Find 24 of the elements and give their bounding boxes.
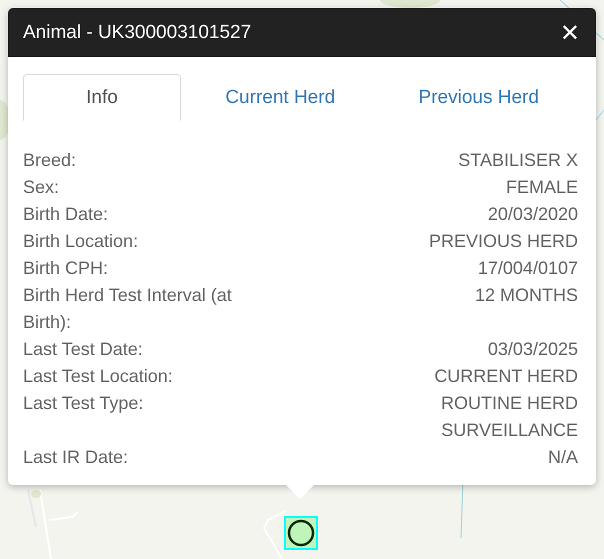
field-label: Last Test Location: — [23, 365, 174, 388]
field-value: PREVIOUS HERD — [428, 230, 578, 253]
field-value: 03/03/2025 — [486, 338, 578, 361]
close-button[interactable]: ✕ — [560, 20, 580, 44]
field-label: Birth Herd Test Interval (at Birth): — [23, 284, 233, 334]
field-label: Last IR Date: — [23, 446, 130, 469]
map-marker-icon[interactable] — [284, 516, 318, 550]
field-label: Birth Date: — [23, 203, 110, 226]
field-label: Breed: — [23, 149, 78, 172]
field-label: Last Test Date: — [23, 338, 144, 361]
field-value: N/A — [546, 446, 578, 469]
tab[interactable]: Info — [23, 74, 181, 121]
popup-title: Animal - UK300003101527 — [23, 22, 252, 44]
field-value: 20/03/2020 — [486, 203, 578, 226]
field-label: Sex: — [23, 176, 60, 199]
field-value: 12 MONTHS — [474, 284, 578, 307]
field-value: STABILISER X — [457, 149, 578, 172]
field-label: Birth Location: — [23, 230, 140, 253]
field-label: Last Test Type: — [23, 392, 144, 415]
field-value: 17/004/0107 — [476, 257, 578, 280]
field-value: ROUTINE HERD SURVEILLANCE — [440, 392, 578, 442]
field-value: FEMALE — [504, 176, 578, 199]
field-label: Birth CPH: — [23, 257, 110, 280]
field-value: CURRENT HERD — [433, 365, 578, 388]
